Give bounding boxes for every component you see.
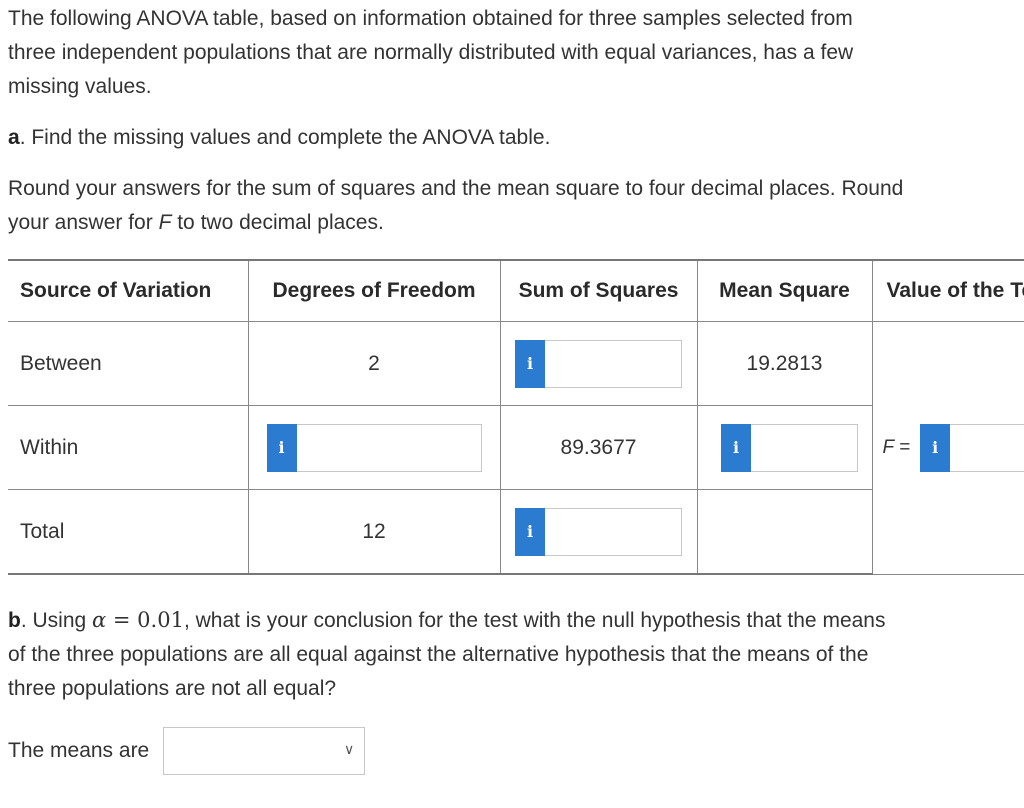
within-ss: 89.3677: [499, 405, 698, 490]
part-a-text: . Find the missing values and complete t…: [19, 126, 551, 149]
anova-table: Source of Variation Degrees of Freedom S…: [8, 259, 1024, 575]
question-page: The following ANOVA table, based on info…: [0, 0, 1024, 808]
chevron-down-icon: ∨: [344, 742, 355, 758]
alpha-symbol: α: [92, 608, 107, 632]
means-label: The means are: [8, 739, 150, 762]
header-df: Degrees of Freedom: [247, 259, 501, 322]
f-answer-wrap: F = i: [873, 423, 1024, 472]
info-icon[interactable]: i: [515, 507, 545, 556]
header-ss: Sum of Squares: [499, 259, 698, 322]
within-df-cell: i: [247, 405, 501, 490]
within-df-input[interactable]: [296, 423, 482, 472]
table-row-total: Total 12 i: [8, 489, 1024, 575]
header-ms: Mean Square: [696, 259, 873, 322]
within-source: Within: [8, 405, 249, 490]
part-b-text: , what is your conclusion for the test w…: [183, 609, 886, 632]
header-source: Source of Variation: [8, 259, 249, 322]
total-df: 12: [247, 489, 501, 575]
means-answer-row: The means are ∨: [8, 727, 366, 775]
between-ss-answer: i: [515, 339, 682, 388]
intro-line: three independent populations that are n…: [8, 41, 854, 64]
part-a-prompt: a. Find the missing values and complete …: [8, 121, 550, 155]
part-b-line: three populations are not all equal?: [8, 677, 337, 700]
header-test-statistic: Value of the Test Statistic: [871, 259, 1024, 322]
total-source: Total: [8, 489, 249, 575]
f-answer: i: [920, 423, 1024, 472]
intro-line: missing values.: [8, 75, 152, 98]
rounding-instructions: Round your answers for the sum of square…: [8, 172, 903, 240]
info-icon[interactable]: i: [266, 423, 297, 472]
info-icon[interactable]: i: [515, 339, 545, 388]
between-ss-cell: i: [499, 321, 698, 406]
between-df: 2: [247, 321, 501, 406]
test-statistic-cell: F = i: [871, 321, 1024, 575]
table-header-row: Source of Variation Degrees of Freedom S…: [8, 259, 1024, 322]
part-a-label: a: [8, 126, 20, 149]
part-b-label: b: [8, 609, 21, 632]
total-ss-answer: i: [515, 507, 682, 556]
f-input[interactable]: [950, 423, 1024, 472]
instructions-line: your answer for F to two decimal places.: [8, 211, 384, 234]
between-ss-input[interactable]: [545, 339, 682, 388]
within-ms-answer: i: [721, 423, 858, 472]
f-label: F =: [882, 436, 911, 458]
intro-line: The following ANOVA table, based on info…: [8, 7, 853, 30]
instructions-line: Round your answers for the sum of square…: [8, 177, 904, 200]
between-ms: 19.2813: [696, 321, 873, 406]
part-b-line: b. Using α = 0.01, what is your conclusi…: [8, 603, 885, 638]
within-df-answer: i: [266, 423, 482, 472]
within-ms-input[interactable]: [751, 423, 858, 472]
part-b-prompt: b. Using α = 0.01, what is your conclusi…: [8, 603, 885, 706]
info-icon[interactable]: i: [721, 423, 751, 472]
f-variable: F: [158, 211, 172, 234]
intro-text: The following ANOVA table, based on info…: [8, 2, 853, 104]
info-icon[interactable]: i: [920, 423, 951, 472]
means-dropdown[interactable]: ∨: [163, 727, 366, 775]
alpha-value: 0.01: [137, 608, 184, 632]
table-row-within: Within i 89.3677 i: [8, 405, 1024, 490]
table-row-between: Between 2 i 19.2813 F = i: [8, 321, 1024, 575]
total-ms-empty: [696, 489, 873, 575]
equals-sign: =: [106, 608, 138, 632]
total-ss-cell: i: [499, 489, 698, 575]
total-ss-input[interactable]: [545, 507, 682, 556]
between-source: Between: [8, 321, 249, 406]
within-ms-cell: i: [696, 405, 873, 490]
part-b-text: . Using: [20, 609, 93, 632]
part-b-line: of the three populations are all equal a…: [8, 643, 869, 666]
